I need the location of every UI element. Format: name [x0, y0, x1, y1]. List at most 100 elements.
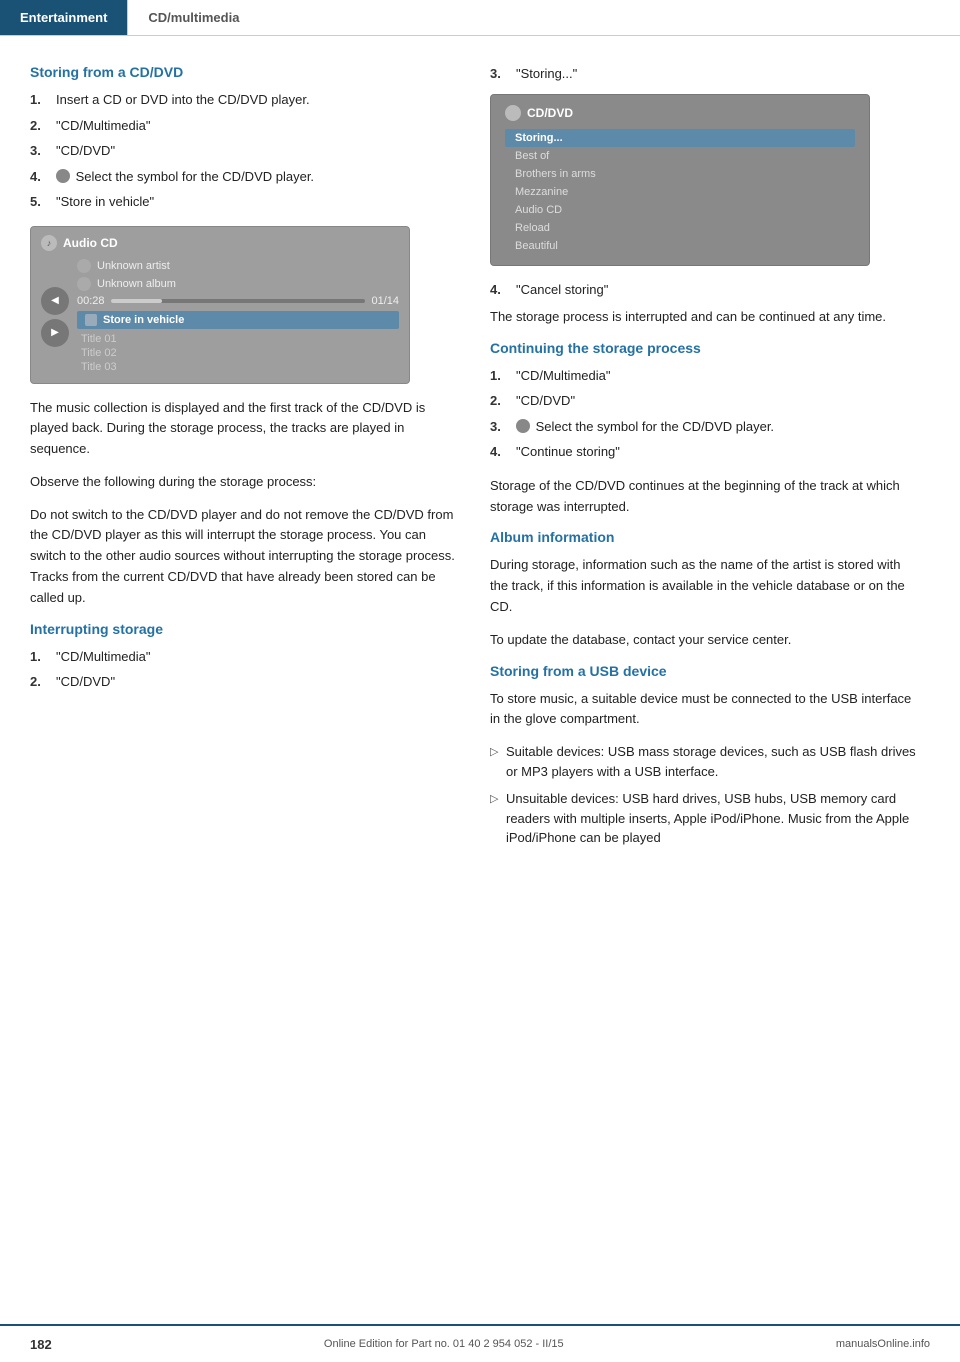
- section-album-info-heading: Album information: [490, 529, 920, 545]
- continue-step-4: 4. "Continue storing": [490, 442, 920, 462]
- bullet-suitable: ▷ Suitable devices: USB mass storage dev…: [490, 742, 920, 781]
- ss2-item-brothers: Brothers in arms: [505, 165, 855, 183]
- artist-icon: [77, 259, 91, 273]
- bullet-arrow-1: ▷: [490, 744, 506, 761]
- footer-site: manualsOnline.info: [836, 1338, 930, 1350]
- cd-symbol-icon-2: [516, 419, 530, 433]
- cd-symbol-icon: [56, 169, 70, 183]
- ss-progress-row: 00:28 01/14: [77, 295, 399, 307]
- ss2-item-storing: Storing...: [505, 129, 855, 147]
- ss-store-label: Store in vehicle: [103, 314, 184, 326]
- continue-step-2: 2. "CD/DVD": [490, 391, 920, 411]
- right-step-3-num: 3.: [490, 64, 516, 84]
- right-step-4-text: "Cancel storing": [516, 280, 608, 300]
- ss-time: 00:28: [77, 295, 105, 307]
- ss2-item-mezzanine: Mezzanine: [505, 183, 855, 201]
- body-text-2: Observe the following during the storage…: [30, 472, 460, 493]
- continue-step-3: 3. Select the symbol for the CD/DVD play…: [490, 417, 920, 437]
- interrupt-step-1-text: "CD/Multimedia": [56, 647, 150, 667]
- ss-artist: Unknown artist: [97, 260, 170, 272]
- ss2-header: CD/DVD: [505, 105, 855, 121]
- interrupt-step-1-num: 1.: [30, 647, 56, 667]
- continue-step-2-text: "CD/DVD": [516, 391, 575, 411]
- step-4: 4. Select the symbol for the CD/DVD play…: [30, 167, 460, 187]
- ss-track: 01/14: [371, 295, 399, 307]
- ss-controls: ◀ ▶: [41, 259, 69, 375]
- right-step-4: 4. "Cancel storing": [490, 280, 920, 300]
- ss-title: Audio CD: [63, 236, 118, 250]
- ss-title3: Title 03: [77, 361, 399, 373]
- ss-store-highlight: Store in vehicle: [77, 311, 399, 329]
- bullet-suitable-text: Suitable devices: USB mass storage devic…: [506, 742, 920, 781]
- tab-cd-multimedia-label: CD/multimedia: [148, 10, 239, 25]
- ss-artist-row: Unknown artist: [77, 259, 399, 273]
- store-icon: [85, 314, 97, 326]
- bullet-arrow-2: ▷: [490, 791, 506, 808]
- section-continuing-heading: Continuing the storage process: [490, 340, 920, 356]
- tab-entertainment-label: Entertainment: [20, 10, 107, 25]
- step-3-text: "CD/DVD": [56, 141, 115, 161]
- right-step-3-text: "Storing...": [516, 64, 577, 84]
- ss-album-row: Unknown album: [77, 277, 399, 291]
- tab-cd-multimedia[interactable]: CD/multimedia: [128, 0, 259, 35]
- ss-body: ◀ ▶ Unknown artist Unknown album 00:28: [41, 259, 399, 375]
- bullet-unsuitable-text: Unsuitable devices: USB hard drives, USB…: [506, 789, 920, 848]
- step-3: 3. "CD/DVD": [30, 141, 460, 161]
- body-text-1: The music collection is displayed and th…: [30, 398, 460, 460]
- nav-left-button[interactable]: ◀: [41, 287, 69, 315]
- section-storing-cd-heading: Storing from a CD/DVD: [30, 64, 460, 80]
- section-usb-heading: Storing from a USB device: [490, 663, 920, 679]
- section-interrupting-heading: Interrupting storage: [30, 621, 460, 637]
- continue-step-1: 1. "CD/Multimedia": [490, 366, 920, 386]
- ss-title1: Title 01: [77, 333, 399, 345]
- interrupt-step-2: 2. "CD/DVD": [30, 672, 460, 692]
- ss-progress-bar: [111, 299, 366, 303]
- continue-step-3-num: 3.: [490, 417, 516, 437]
- steps-list-1: 1. Insert a CD or DVD into the CD/DVD pl…: [30, 90, 460, 212]
- continue-step-4-num: 4.: [490, 442, 516, 462]
- ss2-cd-icon: [505, 105, 521, 121]
- step-4-text: Select the symbol for the CD/DVD player.: [56, 167, 314, 187]
- step-3-num: 3.: [30, 141, 56, 161]
- step-2-text: "CD/Multimedia": [56, 116, 150, 136]
- step-1: 1. Insert a CD or DVD into the CD/DVD pl…: [30, 90, 460, 110]
- continue-step-2-num: 2.: [490, 391, 516, 411]
- step-1-text: Insert a CD or DVD into the CD/DVD playe…: [56, 90, 310, 110]
- ss2-item-storing-label: Storing...: [515, 132, 563, 144]
- interrupt-step-2-text: "CD/DVD": [56, 672, 115, 692]
- continue-step-1-text: "CD/Multimedia": [516, 366, 610, 386]
- main-content: Storing from a CD/DVD 1. Insert a CD or …: [0, 36, 960, 900]
- ss-title2: Title 02: [77, 347, 399, 359]
- screenshot-audio-cd: ♪ Audio CD ◀ ▶ Unknown artist Unknown al…: [30, 226, 410, 384]
- ss2-item-audiocd: Audio CD: [505, 201, 855, 219]
- page-header: Entertainment CD/multimedia: [0, 0, 960, 36]
- album-icon: [77, 277, 91, 291]
- body-continue: Storage of the CD/DVD continues at the b…: [490, 476, 920, 518]
- ss2-item-reload: Reload: [505, 219, 855, 237]
- steps-list-3: 1. "CD/Multimedia" 2. "CD/DVD" 3. Select…: [490, 366, 920, 462]
- tab-entertainment[interactable]: Entertainment: [0, 0, 127, 35]
- step-5-num: 5.: [30, 192, 56, 212]
- body-cancel: The storage process is interrupted and c…: [490, 307, 920, 328]
- continue-step-4-text: "Continue storing": [516, 442, 620, 462]
- ss2-item-bestof: Best of: [505, 147, 855, 165]
- right-step-4-num: 4.: [490, 280, 516, 300]
- continue-step-1-num: 1.: [490, 366, 516, 386]
- interrupt-step-1: 1. "CD/Multimedia": [30, 647, 460, 667]
- ss2-item-beautiful: Beautiful: [505, 237, 855, 255]
- body-text-3: Do not switch to the CD/DVD player and d…: [30, 505, 460, 609]
- nav-right-button[interactable]: ▶: [41, 319, 69, 347]
- bullet-unsuitable: ▷ Unsuitable devices: USB hard drives, U…: [490, 789, 920, 848]
- step-2: 2. "CD/Multimedia": [30, 116, 460, 136]
- cd-icon: ♪: [41, 235, 57, 251]
- ss-progress-fill: [111, 299, 162, 303]
- ss-header: ♪ Audio CD: [41, 235, 399, 251]
- body-update: To update the database, contact your ser…: [490, 630, 920, 651]
- continue-step-3-text: Select the symbol for the CD/DVD player.: [516, 417, 774, 437]
- body-album: During storage, information such as the …: [490, 555, 920, 617]
- steps-list-2: 1. "CD/Multimedia" 2. "CD/DVD": [30, 647, 460, 692]
- interrupt-step-2-num: 2.: [30, 672, 56, 692]
- ss-album: Unknown album: [97, 278, 176, 290]
- ss2-title: CD/DVD: [527, 106, 573, 120]
- page-number: 182: [30, 1337, 52, 1352]
